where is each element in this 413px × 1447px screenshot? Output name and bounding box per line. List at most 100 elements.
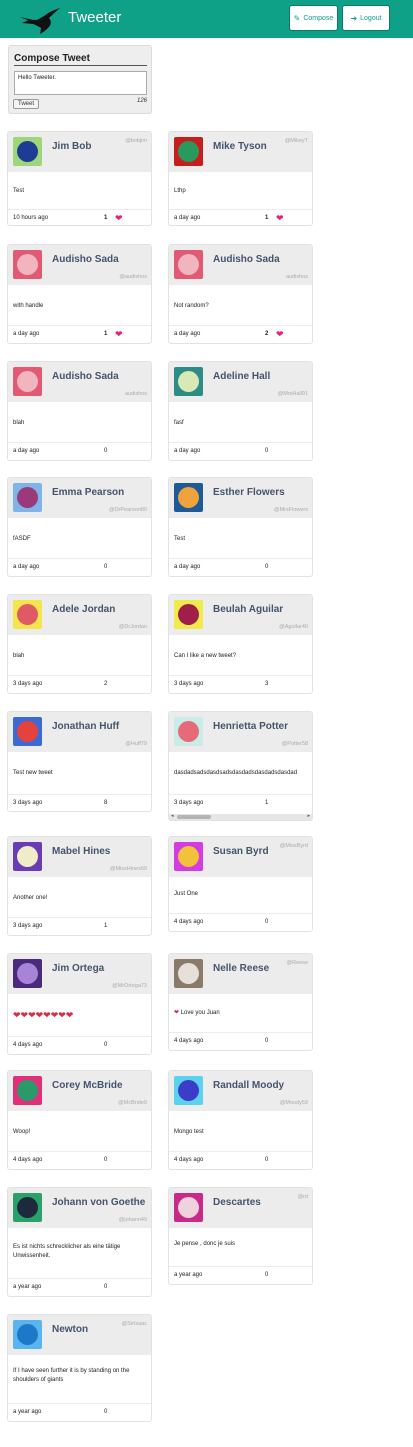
tweet-text-line: Test (13, 188, 25, 194)
compose-button[interactable]: ✎ Compose (289, 5, 338, 31)
user-handle[interactable]: @MrsFlowers (274, 507, 308, 513)
tweet-text-line: Another one! (13, 895, 48, 901)
user-name[interactable]: Audisho Sada (52, 254, 119, 265)
user-handle[interactable]: audishos (125, 391, 147, 397)
user-handle[interactable]: @MikeyT (285, 138, 308, 144)
tweet-card: Audisho Sada @audishos with handle a day… (7, 244, 152, 344)
brand-name[interactable]: Tweeter (68, 9, 121, 26)
tweet-text-line: blah (13, 420, 25, 426)
tweet-card: Mabel Hines @MissHines69 Another one! 3 … (7, 836, 152, 936)
tweet-body: with handle (13, 302, 43, 311)
tweet-header: Jim Bob @bobjim (8, 132, 151, 172)
user-handle[interactable]: audishos (286, 274, 308, 280)
user-handle[interactable]: @rd (298, 1194, 308, 1200)
tweet-card: Mike Tyson @MikeyT Lthp a day ago 1 ❤ (168, 131, 313, 226)
user-name[interactable]: Nelle Reese (213, 963, 269, 974)
user-handle[interactable]: @DrJordan (119, 624, 147, 630)
user-name[interactable]: Jim Bob (52, 141, 91, 152)
avatar (174, 367, 203, 396)
like-heart-icon[interactable]: ❤ (276, 213, 284, 224)
scroll-right-icon[interactable]: ▸ (307, 813, 310, 819)
user-name[interactable]: Adele Jordan (52, 604, 115, 615)
user-name[interactable]: Jonathan Huff (52, 721, 119, 732)
tweet-card: Adele Jordan @DrJordan blah 3 days ago 2 (7, 594, 152, 694)
user-handle[interactable]: @SirIsaac (122, 1321, 147, 1327)
user-name[interactable]: Mike Tyson (213, 141, 267, 152)
tweet-card: Beulah Aguilar @Aguilar40 Can I like a n… (168, 594, 313, 694)
tweet-card: Emma Pearson @DrPearson80 fASDF a day ag… (7, 477, 152, 577)
user-name[interactable]: Johann von Goethe (52, 1197, 145, 1208)
avatar-face-icon (17, 1197, 38, 1218)
tweet-footer: a day ago 0 (8, 558, 151, 576)
tweet-text-line: Test (174, 536, 186, 542)
avatar (174, 842, 203, 871)
user-handle[interactable]: @bobjim (125, 138, 147, 144)
char-counter: 126 (136, 98, 147, 104)
scroll-left-icon[interactable]: ◂ (171, 813, 174, 819)
tweet-text-line: blah (13, 653, 25, 659)
user-name[interactable]: Randall Moody (213, 1080, 284, 1091)
user-name[interactable]: Esther Flowers (213, 487, 285, 498)
horizontal-scrollbar[interactable]: ◂ ▸ (169, 813, 312, 820)
user-name[interactable]: Jim Ortega (52, 963, 104, 974)
tweet-footer: 3 days ago 1 (8, 917, 151, 935)
user-handle[interactable]: @MrOrtega73 (112, 983, 147, 989)
avatar (174, 1076, 203, 1105)
user-name[interactable]: Adeline Hall (213, 371, 270, 382)
user-handle[interactable]: @Aguilar40 (279, 624, 308, 630)
user-name[interactable]: Corey McBride (52, 1080, 123, 1091)
logout-button[interactable]: ➜ Logout (342, 5, 390, 31)
tweet-text-line: Not random? (174, 303, 209, 309)
compose-panel: Compose Tweet Hello Tweeter. Tweet 126 (8, 45, 152, 114)
like-count: 0 (265, 448, 269, 454)
navbar: Tweeter ✎ Compose ➜ Logout (0, 0, 413, 38)
user-name[interactable]: Mabel Hines (52, 846, 110, 857)
user-handle[interactable]: @audishos (119, 274, 147, 280)
tweet-timestamp: a day ago (174, 215, 201, 221)
user-name[interactable]: Henrietta Potter (213, 721, 288, 732)
tweet-header: Nelle Reese @Reese (169, 954, 312, 994)
tweet-footer: a year ago 0 (8, 1278, 151, 1296)
tweet-body: If I have seen further it is by standing… (13, 1367, 129, 1385)
user-name[interactable]: Emma Pearson (52, 487, 124, 498)
user-handle[interactable]: @McBride9 (118, 1100, 147, 1106)
like-heart-icon[interactable]: ❤ (276, 329, 284, 340)
tweet-body: Es ist nichts schrecklicher als eine tät… (13, 1243, 120, 1261)
tweet-header: Susan Byrd @MissByrd (169, 837, 312, 877)
tweet-card: Descartes @rd Je pense , donc je suis a … (168, 1187, 313, 1285)
scrollbar-thumb[interactable] (177, 815, 211, 819)
like-count: 0 (104, 1409, 108, 1415)
tweet-body: Mongo test (174, 1128, 204, 1137)
avatar-face-icon (17, 721, 38, 742)
user-handle[interactable]: @Huff79 (125, 741, 147, 747)
user-handle[interactable]: @DrPearson80 (109, 507, 147, 513)
user-handle[interactable]: @Reese (287, 960, 308, 966)
tweet-footer: 4 days ago 0 (169, 913, 312, 931)
user-name[interactable]: Audisho Sada (52, 371, 119, 382)
user-handle[interactable]: @MissByrd (280, 843, 308, 849)
user-handle[interactable]: @MissHines69 (110, 866, 147, 872)
avatar (13, 483, 42, 512)
tweet-header: Audisho Sada audishos (169, 245, 312, 285)
like-heart-icon[interactable]: ❤ (115, 213, 123, 224)
like-heart-icon[interactable]: ❤ (115, 329, 123, 340)
user-handle[interactable]: @MrsHall91 (278, 391, 308, 397)
user-handle[interactable]: @johann49 (119, 1217, 147, 1223)
user-name[interactable]: Beulah Aguilar (213, 604, 283, 615)
tweet-body: Test (13, 187, 24, 196)
tweet-textarea[interactable]: Hello Tweeter. (14, 71, 147, 95)
like-count: 3 (265, 681, 269, 687)
user-name[interactable]: Newton (52, 1324, 88, 1335)
hummingbird-logo-icon[interactable] (20, 5, 62, 35)
user-name[interactable]: Audisho Sada (213, 254, 280, 265)
like-count: 0 (104, 1284, 108, 1290)
user-handle[interactable]: @Potter58 (282, 741, 308, 747)
user-name[interactable]: Descartes (213, 1197, 261, 1208)
user-name[interactable]: Susan Byrd (213, 846, 269, 857)
tweet-body: ❤ Love you Juan (174, 1009, 220, 1018)
avatar-face-icon (17, 846, 38, 867)
user-handle[interactable]: @Moody59 (280, 1100, 308, 1106)
tweet-timestamp: 10 hours ago (13, 215, 49, 221)
tweet-header: Mike Tyson @MikeyT (169, 132, 312, 172)
tweet-submit-button[interactable]: Tweet (13, 99, 39, 109)
